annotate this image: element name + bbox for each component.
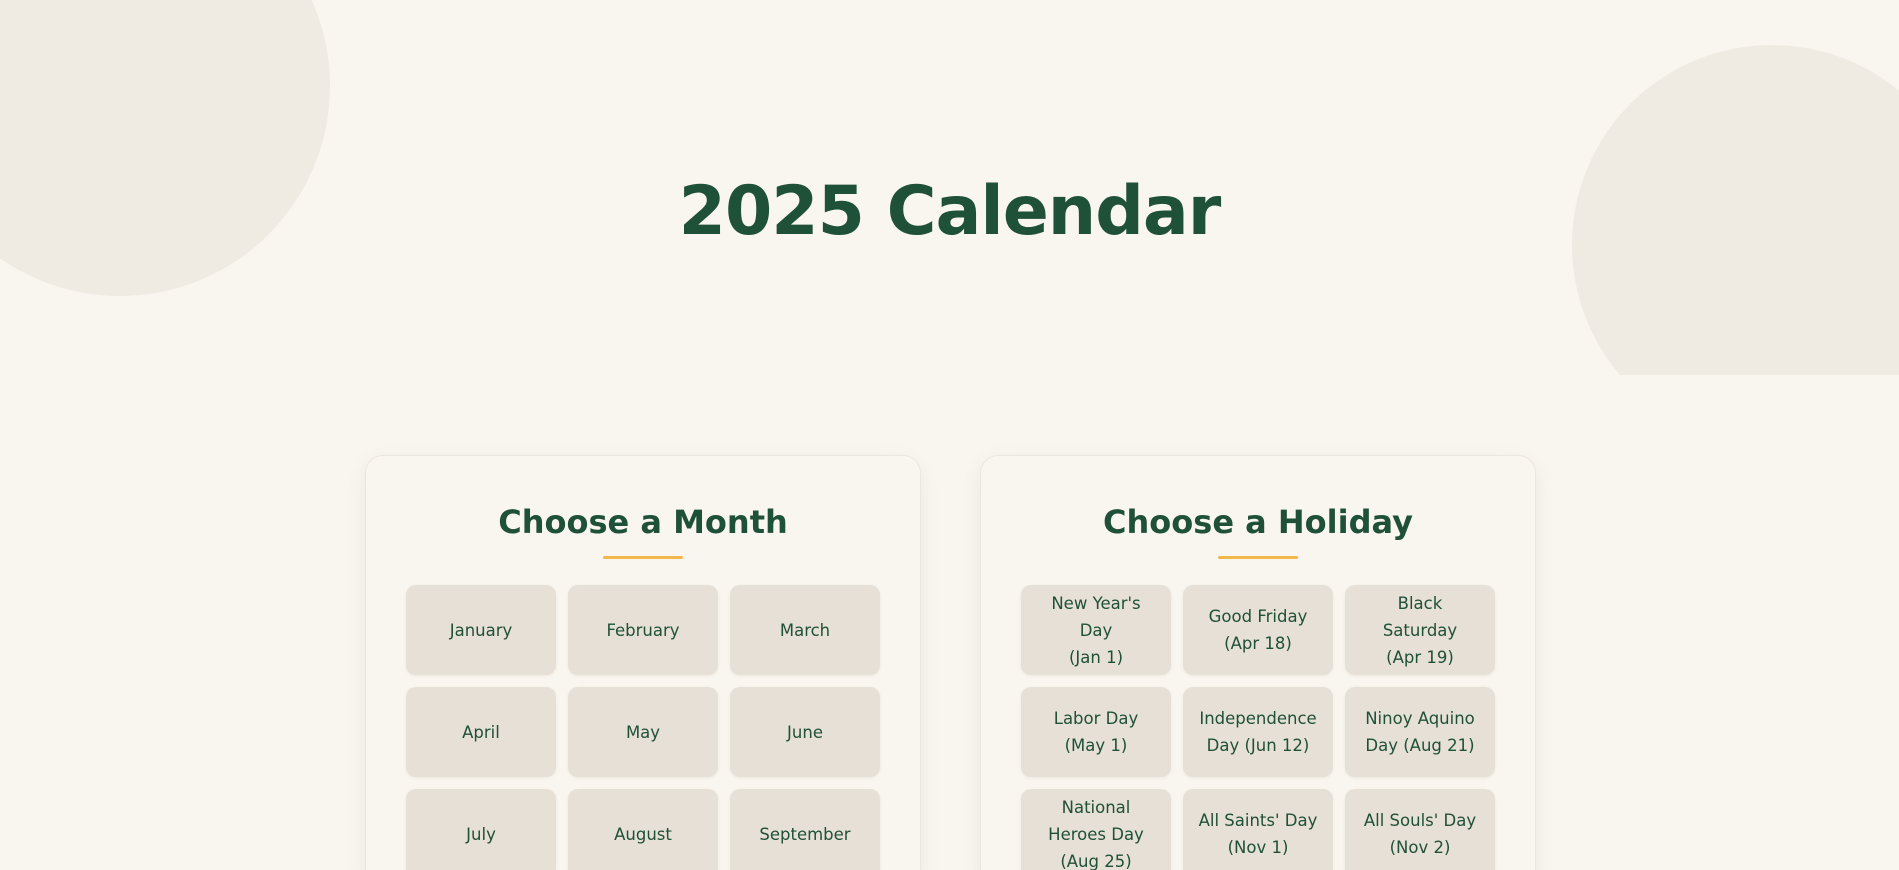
holiday-card: Choose a Holiday New Year's Day (Jan 1) …: [980, 455, 1536, 870]
month-button-september[interactable]: September: [730, 789, 880, 870]
holiday-grid: New Year's Day (Jan 1) Good Friday (Apr …: [1021, 585, 1495, 870]
holiday-button-new-years-day[interactable]: New Year's Day (Jan 1): [1021, 585, 1171, 675]
holiday-button-good-friday[interactable]: Good Friday (Apr 18): [1183, 585, 1333, 675]
holiday-button-national-heroes-day[interactable]: National Heroes Day (Aug 25): [1021, 789, 1171, 870]
holiday-button-black-saturday[interactable]: Black Saturday (Apr 19): [1345, 585, 1495, 675]
month-button-july[interactable]: July: [406, 789, 556, 870]
month-button-january[interactable]: January: [406, 585, 556, 675]
month-card-underline: [603, 556, 683, 559]
holiday-button-all-saints-day[interactable]: All Saints' Day (Nov 1): [1183, 789, 1333, 870]
holiday-button-ninoy-aquino-day[interactable]: Ninoy Aquino Day (Aug 21): [1345, 687, 1495, 777]
holiday-card-underline: [1218, 556, 1298, 559]
month-card-title: Choose a Month: [498, 503, 788, 541]
month-button-february[interactable]: February: [568, 585, 718, 675]
page-title: 2025 Calendar: [678, 172, 1222, 251]
holiday-button-independence-day[interactable]: Independence Day (Jun 12): [1183, 687, 1333, 777]
month-button-march[interactable]: March: [730, 585, 880, 675]
month-button-june[interactable]: June: [730, 687, 880, 777]
holiday-card-title: Choose a Holiday: [1103, 503, 1413, 541]
month-button-august[interactable]: August: [568, 789, 718, 870]
holiday-button-all-souls-day[interactable]: All Souls' Day (Nov 2): [1345, 789, 1495, 870]
month-card: Choose a Month January February March Ap…: [365, 455, 921, 870]
month-button-may[interactable]: May: [568, 687, 718, 777]
month-grid: January February March April May June Ju…: [406, 585, 880, 870]
holiday-button-labor-day[interactable]: Labor Day (May 1): [1021, 687, 1171, 777]
month-button-april[interactable]: April: [406, 687, 556, 777]
